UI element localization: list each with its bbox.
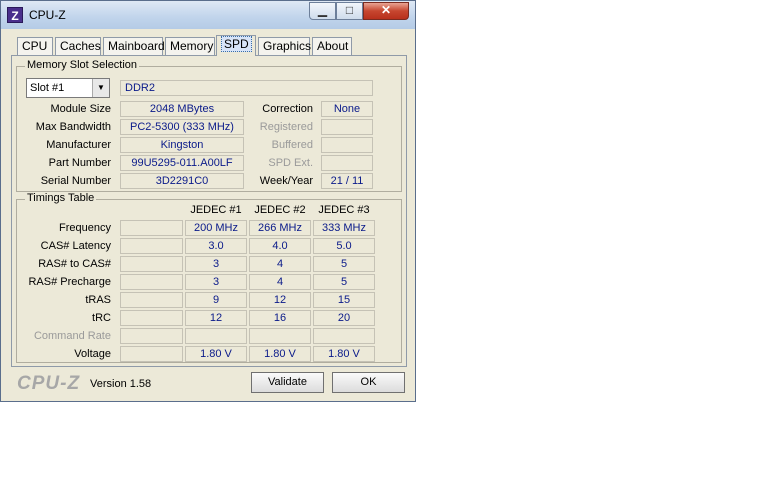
- slot-select[interactable]: Slot #1 ▼: [26, 78, 110, 98]
- module-size-value: 2048 MBytes: [120, 101, 244, 117]
- timing-cell: 15: [313, 292, 375, 308]
- slot-select-value: Slot #1: [30, 82, 65, 94]
- timing-cell: 12: [249, 292, 311, 308]
- timing-cell: 3: [185, 256, 247, 272]
- version-label: Version 1.58: [90, 378, 152, 390]
- memory-slot-group: Memory Slot Selection Slot #1 ▼ DDR2 Mod…: [16, 59, 402, 192]
- tab-caches[interactable]: Caches: [55, 37, 101, 55]
- module-size-label: Module Size: [50, 103, 111, 115]
- memory-slot-group-title: Memory Slot Selection: [25, 59, 140, 71]
- serial-number-label: Serial Number: [40, 175, 111, 187]
- correction-value: None: [321, 101, 373, 117]
- spd-ext-label: SPD Ext.: [268, 157, 313, 169]
- max-bandwidth-value: PC2-5300 (333 MHz): [120, 119, 244, 135]
- timing-blank-cell: [120, 274, 183, 290]
- timing-cell: 9: [185, 292, 247, 308]
- timing-cell: 3: [185, 274, 247, 290]
- timing-cell: 3.0: [185, 238, 247, 254]
- timing-cell: [313, 328, 375, 344]
- timing-cell: 1.80 V: [185, 346, 247, 362]
- validate-button[interactable]: Validate: [251, 372, 324, 393]
- jedec-2-header: JEDEC #2: [254, 204, 306, 216]
- part-number-value: 99U5295-011.A00LF: [120, 155, 244, 171]
- buffered-label: Buffered: [271, 139, 313, 151]
- timing-cell: 1.80 V: [249, 346, 311, 362]
- week-year-label: Week/Year: [259, 175, 313, 187]
- timing-cell: 4: [249, 256, 311, 272]
- jedec-1-header: JEDEC #1: [190, 204, 242, 216]
- ras-to-cas-label: RAS# to CAS#: [38, 258, 111, 270]
- buffered-value: [321, 137, 373, 153]
- cpuz-logo: CPU-Z: [17, 373, 81, 394]
- tab-graphics[interactable]: Graphics: [258, 37, 311, 55]
- timing-cell: [185, 328, 247, 344]
- timing-blank-cell: [120, 238, 183, 254]
- frequency-label: Frequency: [59, 222, 111, 234]
- trc-label: tRC: [92, 312, 111, 324]
- maximize-button[interactable]: □: [336, 2, 363, 20]
- voltage-label: Voltage: [74, 348, 111, 360]
- timing-cell: 5.0: [313, 238, 375, 254]
- timing-blank-cell: [120, 256, 183, 272]
- timing-cell: 20: [313, 310, 375, 326]
- timings-group-title: Timings Table: [25, 192, 97, 204]
- command-rate-label: Command Rate: [33, 330, 111, 342]
- app-icon: Z: [7, 7, 23, 23]
- manufacturer-label: Manufacturer: [46, 139, 111, 151]
- memory-type-value: DDR2: [120, 80, 373, 96]
- timing-cell: 4: [249, 274, 311, 290]
- timing-cell: 266 MHz: [249, 220, 311, 236]
- part-number-label: Part Number: [48, 157, 111, 169]
- timing-cell: 1.80 V: [313, 346, 375, 362]
- title-bar: Z CPU-Z ▁ □ ✕: [1, 1, 415, 29]
- tab-cpu[interactable]: CPU: [17, 37, 53, 55]
- spd-ext-value: [321, 155, 373, 171]
- max-bandwidth-label: Max Bandwidth: [35, 121, 111, 133]
- registered-value: [321, 119, 373, 135]
- window-title: CPU-Z: [29, 8, 66, 22]
- timing-cell: 5: [313, 256, 375, 272]
- registered-label: Registered: [259, 121, 313, 133]
- timing-blank-cell: [120, 220, 183, 236]
- timing-cell: 16: [249, 310, 311, 326]
- serial-number-value: 3D2291C0: [120, 173, 244, 189]
- cpuz-window: Z CPU-Z ▁ □ ✕ CPU Caches Mainboard Memor…: [0, 0, 416, 402]
- spd-panel: Memory Slot Selection Slot #1 ▼ DDR2 Mod…: [11, 55, 407, 367]
- timing-cell: 333 MHz: [313, 220, 375, 236]
- chevron-down-icon[interactable]: ▼: [92, 79, 109, 97]
- ras-precharge-label: RAS# Precharge: [28, 276, 111, 288]
- tab-spd[interactable]: SPD: [216, 35, 256, 56]
- timing-blank-cell: [120, 310, 183, 326]
- jedec-3-header: JEDEC #3: [318, 204, 370, 216]
- timings-group: Timings Table JEDEC #1 JEDEC #2 JEDEC #3…: [16, 192, 402, 363]
- timing-cell: [249, 328, 311, 344]
- manufacturer-value: Kingston: [120, 137, 244, 153]
- correction-label: Correction: [262, 103, 313, 115]
- close-button[interactable]: ✕: [363, 2, 409, 20]
- tab-memory[interactable]: Memory: [165, 37, 215, 55]
- tab-about[interactable]: About: [312, 37, 352, 55]
- timing-cell: 4.0: [249, 238, 311, 254]
- timing-cell: 12: [185, 310, 247, 326]
- timing-blank-cell: [120, 346, 183, 362]
- tab-mainboard[interactable]: Mainboard: [103, 37, 165, 55]
- ok-button[interactable]: OK: [332, 372, 405, 393]
- timing-cell: 5: [313, 274, 375, 290]
- tras-label: tRAS: [85, 294, 111, 306]
- week-year-value: 21 / 11: [321, 173, 373, 189]
- timing-cell: 200 MHz: [185, 220, 247, 236]
- timing-blank-cell: [120, 292, 183, 308]
- cas-latency-label: CAS# Latency: [40, 240, 111, 252]
- minimize-button[interactable]: ▁: [309, 2, 336, 20]
- timing-blank-cell: [120, 328, 183, 344]
